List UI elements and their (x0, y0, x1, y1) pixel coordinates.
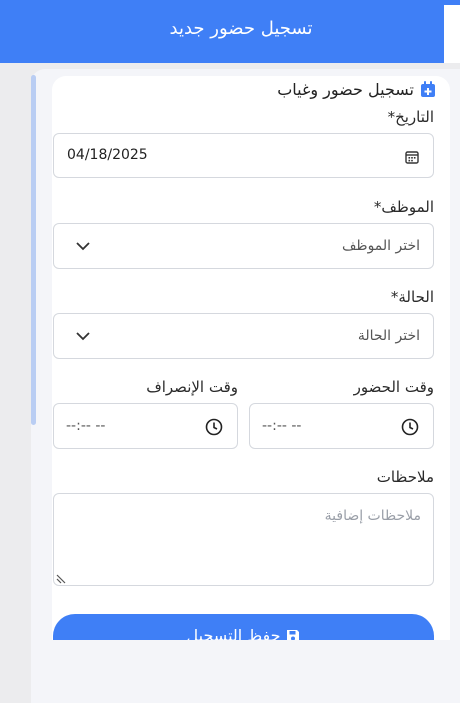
header-edge (444, 5, 460, 63)
scroll-indicator[interactable] (31, 75, 36, 425)
chevron-down-icon (76, 332, 90, 341)
clock-icon[interactable] (401, 418, 419, 436)
calendar-plus-icon (421, 81, 435, 97)
page-title: تسجيل حضور جديد (169, 18, 313, 39)
employee-select[interactable]: اختر الموظف (53, 223, 434, 269)
status-label: الحالة* (390, 288, 434, 306)
form-title-text: تسجيل حضور وغياب (277, 80, 414, 99)
date-input[interactable]: 04/18/2025 (53, 133, 434, 178)
date-label: التاريخ* (387, 108, 434, 126)
status-placeholder: اختر الحالة (357, 328, 420, 344)
save-button[interactable]: حفظ التسجيل (53, 614, 434, 640)
save-button-content: حفظ التسجيل (53, 626, 434, 640)
checkin-time-input[interactable]: --:-- -- (249, 403, 434, 449)
form-title: تسجيل حضور وغياب (277, 80, 436, 99)
checkout-time-value: --:-- -- (66, 418, 106, 434)
notes-placeholder: ملاحظات إضافية (324, 508, 421, 524)
notes-textarea[interactable]: ملاحظات إضافية (53, 493, 434, 586)
employee-label: الموظف* (373, 198, 434, 216)
calendar-icon[interactable] (405, 150, 419, 164)
date-value: 04/18/2025 (67, 147, 148, 163)
checkin-time-value: --:-- -- (262, 418, 302, 434)
attendance-form-card: تسجيل حضور وغياب التاريخ* 04/18/2025 الم… (52, 76, 450, 640)
employee-placeholder: اختر الموظف (341, 238, 420, 254)
clock-icon[interactable] (205, 418, 223, 436)
status-select[interactable]: اختر الحالة (53, 313, 434, 359)
checkout-label: وقت الإنصراف (146, 378, 238, 396)
checkout-time-input[interactable]: --:-- -- (53, 403, 238, 449)
top-bar: تسجيل حضور جديد (0, 0, 460, 63)
chevron-down-icon (76, 242, 90, 251)
notes-label: ملاحظات (376, 468, 434, 486)
floppy-disk-icon (287, 629, 300, 640)
resize-handle-icon[interactable] (55, 572, 67, 584)
save-button-label: حفظ التسجيل (186, 626, 281, 640)
checkin-label: وقت الحضور (353, 378, 434, 396)
